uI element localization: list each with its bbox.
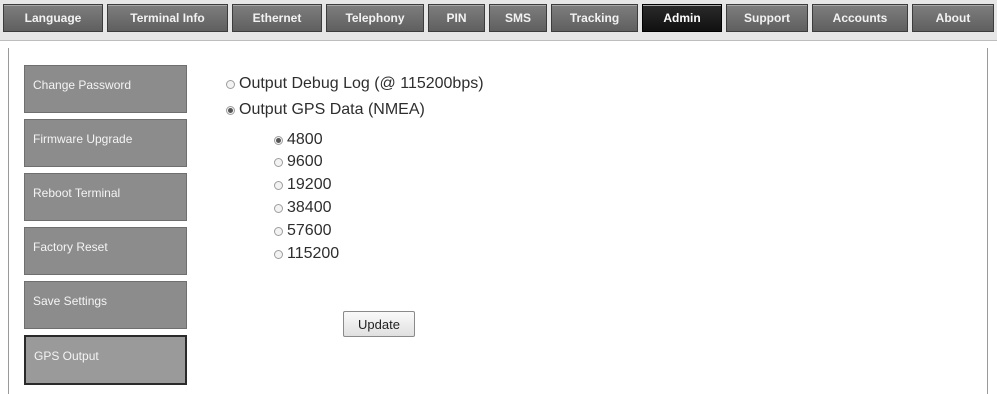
radio-icon[interactable] — [226, 79, 235, 89]
tab-telephony[interactable]: Telephony — [326, 4, 424, 32]
tab-tracking[interactable]: Tracking — [551, 4, 638, 32]
sidebar-item-change-password[interactable]: Change Password — [24, 65, 187, 113]
sidebar-item-save-settings[interactable]: Save Settings — [24, 281, 187, 329]
radio-icon[interactable] — [274, 157, 283, 167]
baud-4800-option[interactable]: 4800 — [274, 131, 323, 149]
option-label: 57600 — [287, 222, 332, 239]
tab-sms[interactable]: SMS — [489, 4, 547, 32]
sidebar-item-gps-output[interactable]: GPS Output — [24, 335, 187, 385]
top-navigation: Language Terminal Info Ethernet Telephon… — [0, 0, 997, 41]
tab-language[interactable]: Language — [3, 4, 103, 32]
option-label: Output Debug Log (@ 115200bps) — [239, 75, 484, 92]
tab-support[interactable]: Support — [726, 4, 808, 32]
update-button[interactable]: Update — [343, 311, 415, 337]
baud-9600-option[interactable]: 9600 — [274, 153, 323, 171]
baud-57600-option[interactable]: 57600 — [274, 222, 332, 240]
radio-icon[interactable] — [274, 203, 283, 213]
tab-ethernet[interactable]: Ethernet — [232, 4, 322, 32]
output-gps-data-option[interactable]: Output GPS Data (NMEA) — [226, 101, 425, 119]
baud-115200-option[interactable]: 115200 — [274, 245, 339, 263]
tab-admin[interactable]: Admin — [642, 4, 722, 32]
option-label: 9600 — [287, 153, 323, 170]
sidebar-item-firmware-upgrade[interactable]: Firmware Upgrade — [24, 119, 187, 167]
sidebar-item-reboot-terminal[interactable]: Reboot Terminal — [24, 173, 187, 221]
option-label: 4800 — [287, 131, 323, 148]
radio-icon[interactable] — [274, 180, 283, 190]
sidebar-item-factory-reset[interactable]: Factory Reset — [24, 227, 187, 275]
output-debug-log-option[interactable]: Output Debug Log (@ 115200bps) — [226, 75, 484, 93]
tab-pin[interactable]: PIN — [428, 4, 485, 32]
baud-19200-option[interactable]: 19200 — [274, 176, 332, 194]
option-label: Output GPS Data (NMEA) — [239, 101, 425, 118]
radio-selected-icon[interactable] — [226, 105, 235, 115]
radio-selected-icon[interactable] — [274, 135, 283, 145]
tab-about[interactable]: About — [912, 4, 994, 32]
tab-accounts[interactable]: Accounts — [812, 4, 908, 32]
option-label: 115200 — [287, 245, 340, 262]
baud-38400-option[interactable]: 38400 — [274, 199, 332, 217]
radio-icon[interactable] — [274, 249, 283, 259]
option-label: 38400 — [287, 199, 332, 216]
option-label: 19200 — [287, 176, 332, 193]
tab-terminal-info[interactable]: Terminal Info — [107, 4, 228, 32]
radio-icon[interactable] — [274, 226, 283, 236]
